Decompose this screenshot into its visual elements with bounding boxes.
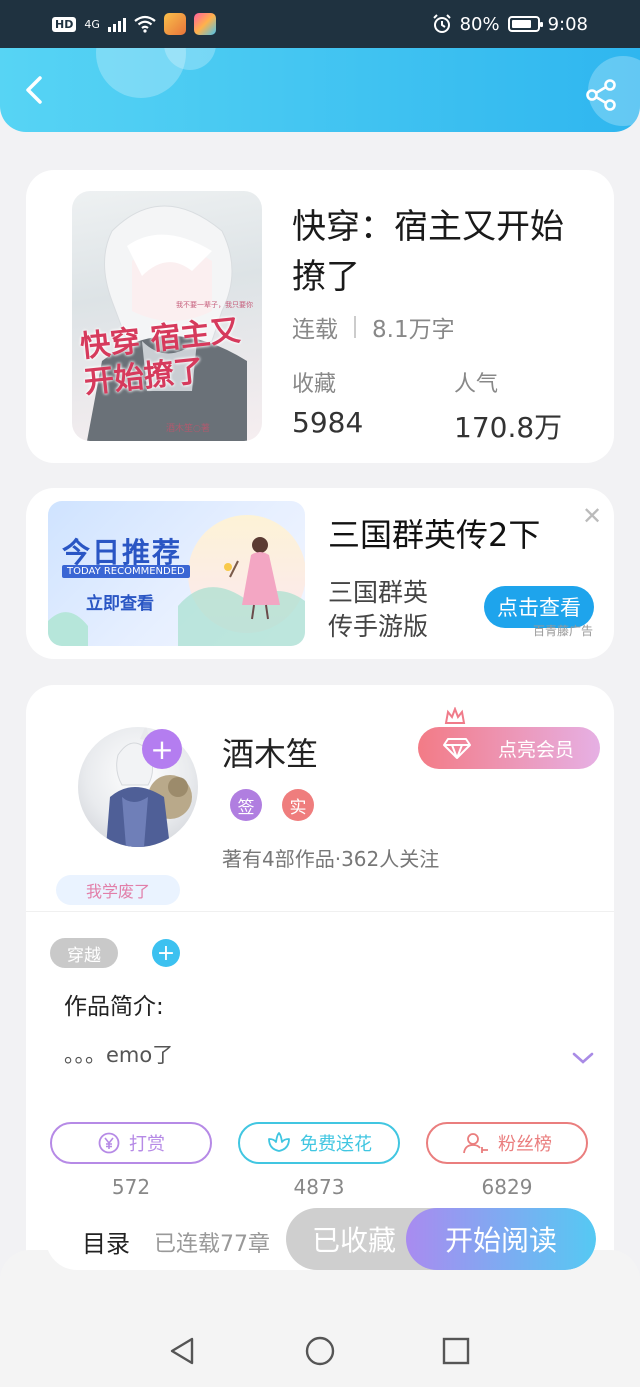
- fan-rank-button[interactable]: 粉丝榜: [426, 1122, 588, 1164]
- toc-button[interactable]: 目录: [82, 1224, 130, 1259]
- chevron-left-icon: [26, 76, 42, 104]
- favorites-label: 收藏: [292, 372, 337, 397]
- app-notification-icon: [163, 13, 186, 35]
- serial-status: 连载: [292, 317, 338, 343]
- system-nav-bar: [0, 1315, 640, 1387]
- ad-source: 百青藤广告: [533, 624, 594, 638]
- ad-description: 三国群英传手游版: [328, 578, 429, 641]
- book-cover[interactable]: 我不要一辈子，我只要你 快穿 宿主又开始撩了 酒木笙○著: [72, 191, 262, 441]
- author-card: + 我学废了 酒木笙 签 实 著有4部作品·362人关注 点亮会员 穿越 + 作…: [26, 685, 614, 1285]
- flower-icon: [268, 1132, 290, 1152]
- add-tag-button[interactable]: +: [152, 939, 180, 967]
- chevron-down-icon[interactable]: [572, 1051, 594, 1065]
- avatar-tag: 我学废了: [56, 875, 180, 905]
- verified-badge: 实: [282, 789, 314, 821]
- follow-author-button[interactable]: +: [142, 729, 182, 769]
- plus-icon: +: [156, 940, 176, 966]
- tip-button[interactable]: 打赏: [50, 1122, 212, 1164]
- send-flower-label: 免费送花: [300, 1134, 372, 1155]
- ad-title: 三国群英传2下: [328, 516, 541, 554]
- triangle-back-icon[interactable]: [166, 1335, 198, 1367]
- vip-button[interactable]: 点亮会员: [418, 727, 600, 769]
- word-count: 8.1万字: [372, 317, 455, 343]
- alarm-icon: [432, 14, 451, 33]
- favorites-count: 5984: [292, 406, 364, 439]
- crown-icon: [444, 707, 466, 724]
- clock: 9:08: [547, 13, 588, 35]
- divider: [26, 911, 614, 912]
- tip-count: 572: [111, 1175, 151, 1199]
- intro-text: 。。。emo了: [64, 1043, 174, 1067]
- fan-count: 6829: [481, 1175, 533, 1199]
- author-name[interactable]: 酒木笙: [222, 729, 318, 775]
- hd-icon: HD: [52, 16, 77, 32]
- diamond-icon: [443, 738, 471, 759]
- top-header: [0, 48, 640, 132]
- app-notification-icon: [193, 13, 216, 35]
- read-action-bar: 目录 已连载77章 已收藏 开始阅读: [46, 1208, 596, 1270]
- book-title: 快穿：宿主又开始撩了: [292, 207, 564, 297]
- cover-tagline: 我不要一辈子，我只要你: [176, 301, 253, 309]
- plus-icon: +: [150, 732, 174, 766]
- status-right: 80% 9:08: [432, 14, 588, 35]
- wifi-icon: [134, 15, 156, 33]
- user-rank-icon: [463, 1133, 488, 1154]
- author-stats: 著有4部作品·362人关注: [222, 847, 440, 871]
- status-bar: HD 4G 80% 9:08: [0, 0, 640, 48]
- close-icon[interactable]: ✕: [582, 502, 602, 530]
- cover-author-mark: 酒木笙○著: [166, 424, 210, 434]
- vip-button-label: 点亮会员: [497, 738, 574, 761]
- ad-banner-image[interactable]: 今日推荐 TODAY RECOMMENDED 立即查看: [48, 501, 305, 646]
- back-button[interactable]: [18, 70, 54, 110]
- battery-icon: [507, 16, 543, 32]
- signed-badge: 签: [230, 789, 262, 821]
- battery-percent: 80%: [459, 13, 500, 35]
- meta-divider: [354, 316, 356, 338]
- start-reading-button[interactable]: 开始阅读: [406, 1208, 596, 1270]
- share-button[interactable]: [584, 78, 618, 112]
- tip-label: 打赏: [129, 1134, 165, 1155]
- intro-title: 作品简介:: [64, 994, 164, 1020]
- send-flower-button[interactable]: 免费送花: [238, 1122, 400, 1164]
- circle-home-icon[interactable]: [304, 1335, 336, 1367]
- popularity-label: 人气: [454, 372, 499, 397]
- yen-icon: [98, 1132, 120, 1154]
- popularity-count: 170.8万: [454, 411, 563, 444]
- flower-count: 4873: [293, 1175, 345, 1199]
- ad-banner-subtitle: TODAY RECOMMENDED: [62, 565, 190, 578]
- ad-banner-cta: 立即查看: [86, 594, 154, 614]
- share-icon: [586, 79, 616, 111]
- genre-tag[interactable]: 穿越: [50, 938, 118, 968]
- chapter-count[interactable]: 已连载77章: [154, 1226, 270, 1258]
- fan-rank-label: 粉丝榜: [498, 1134, 552, 1155]
- book-meta: 连载 8.1万字: [292, 310, 455, 344]
- network-type: 4G: [84, 17, 100, 31]
- book-info-card: 我不要一辈子，我只要你 快穿 宿主又开始撩了 酒木笙○著 快穿：宿主又开始撩了 …: [26, 170, 614, 463]
- ad-card[interactable]: 今日推荐 TODAY RECOMMENDED 立即查看 三国群英传2下 三国群英…: [26, 488, 614, 659]
- square-recent-icon[interactable]: [440, 1335, 472, 1367]
- status-left: HD 4G: [52, 13, 216, 35]
- signal-icon: [107, 16, 126, 32]
